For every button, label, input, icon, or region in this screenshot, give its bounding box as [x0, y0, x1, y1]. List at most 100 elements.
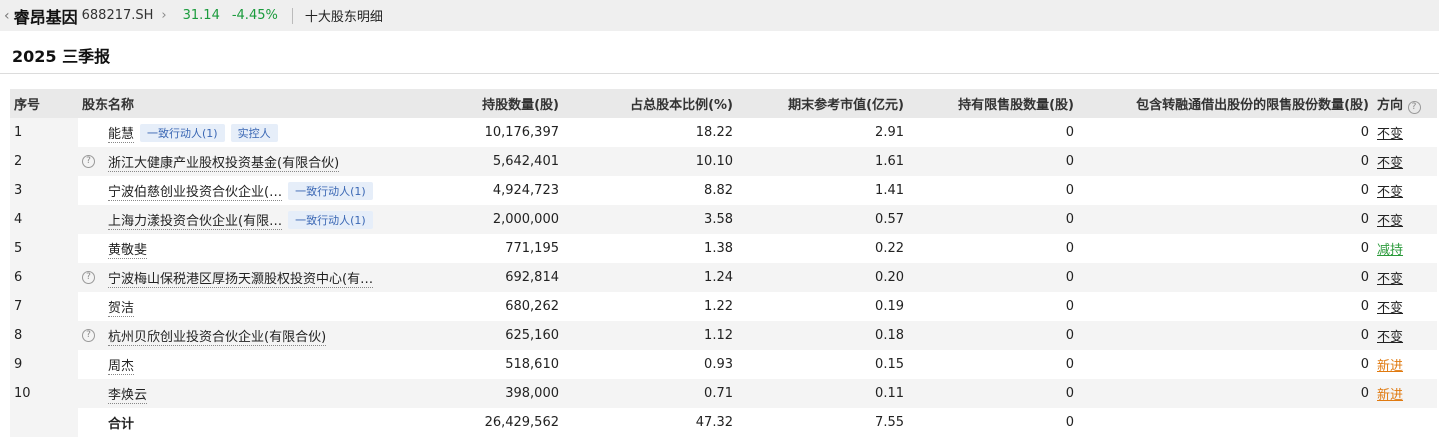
forward-chevron-icon[interactable]: › — [161, 8, 166, 23]
table-row: 8? 杭州贝欣创业投资合伙企业(有限合伙) 625,160 1.12 0.18 0 0 不变 — [10, 321, 1437, 350]
holder-name-cell: ? 杭州贝欣创业投资合伙企业(有限合伙) — [78, 321, 410, 350]
col-header-market-value[interactable]: 期末参考市值(亿元) — [737, 89, 908, 118]
ratio-cell: 1.22 — [704, 299, 733, 314]
table-row: 9 周杰 518,610 0.93 0.15 0 0 新进 — [10, 350, 1437, 379]
rank-cell: 4 — [10, 205, 78, 234]
direction-link[interactable]: 不变 — [1377, 272, 1403, 287]
shares-cell: 518,610 — [505, 357, 559, 372]
restricted-incl-cell: 0 — [1360, 299, 1369, 314]
direction-cell: 减持 — [1373, 234, 1437, 263]
direction-cell: 新进 — [1373, 379, 1437, 408]
direction-link[interactable]: 不变 — [1377, 127, 1403, 142]
table-row: 1 能慧 一致行动人(1) 实控人 10,176,397 18.22 2.91 0 0 不变 — [10, 118, 1437, 147]
question-circle-icon[interactable]: ? — [82, 155, 95, 168]
holder-name-link[interactable]: 上海力漾投资合伙企业(有限… — [108, 210, 283, 230]
col-header-shares[interactable]: 持股数量(股) — [410, 89, 563, 118]
holder-name-link[interactable]: 贺洁 — [108, 297, 135, 317]
direction-link[interactable]: 不变 — [1377, 330, 1403, 345]
direction-link[interactable]: 新进 — [1377, 388, 1403, 403]
col-header-restricted-incl[interactable]: 包含转融通借出股份的限售股份数量(股) — [1078, 89, 1373, 118]
col-header-holder-name: 股东名称 — [78, 89, 410, 118]
restricted-cell: 0 — [1065, 241, 1074, 256]
table-row: 3 宁波伯慈创业投资合伙企业(… 一致行动人(1) 4,924,723 8.82 1.41… — [10, 176, 1437, 205]
shareholders-table: 序号 股东名称 持股数量(股) 占总股本比例(%) 期末参考市值(亿元) 持有限… — [10, 89, 1437, 437]
holder-tag[interactable]: 一致行动人(1) — [288, 210, 373, 229]
restricted-cell: 0 — [908, 147, 1078, 176]
help-slot: ? — [82, 271, 108, 284]
direction-link[interactable]: 不变 — [1377, 185, 1403, 200]
holder-name-link[interactable]: 杭州贝欣创业投资合伙企业(有限合伙) — [108, 326, 327, 346]
holder-name-link[interactable]: 能慧 — [108, 123, 135, 143]
holder-tag[interactable]: 一致行动人(1) — [288, 181, 373, 200]
shares-cell: 2,000,000 — [410, 205, 563, 234]
holder-name-link[interactable]: 宁波梅山保税港区厚扬天灏股权投资中心(有… — [108, 268, 374, 288]
rank-cell: 8 — [10, 321, 78, 350]
direction-link[interactable]: 不变 — [1377, 156, 1403, 171]
restricted-cell: 0 — [1065, 357, 1074, 372]
restricted-incl-cell: 0 — [1078, 263, 1373, 292]
col-header-ratio[interactable]: 占总股本比例(%) — [563, 89, 737, 118]
page-title: 十大股东明细 — [304, 10, 383, 25]
question-circle-icon[interactable]: ? — [82, 271, 95, 284]
holder-name-link[interactable]: 宁波伯慈创业投资合伙企业(… — [108, 181, 283, 201]
header-divider — [291, 7, 293, 24]
holder-tag[interactable]: 实控人 — [230, 123, 278, 142]
help-slot: ? — [82, 155, 108, 168]
stock-change: -4.45% — [231, 8, 278, 23]
shares-cell: 10,176,397 — [484, 125, 559, 140]
table-row: 6? 宁波梅山保税港区厚扬天灏股权投资中心(有… 692,814 1.24 0.20 0 0… — [10, 263, 1437, 292]
table-row: 5 黄敬斐 771,195 1.38 0.22 0 0 减持 — [10, 234, 1437, 263]
holder-name-link[interactable]: 周杰 — [108, 355, 135, 375]
holder-name-cell: 能慧 一致行动人(1) 实控人 — [78, 118, 410, 147]
rank-cell: 7 — [10, 292, 78, 321]
holder-name-cell: 周杰 — [78, 350, 410, 379]
restricted-incl-cell: 0 — [1078, 379, 1373, 408]
restricted-incl-cell: 0 — [1360, 183, 1369, 198]
restricted-incl-cell: 0 — [1360, 357, 1369, 372]
market-value-cell: 0.57 — [737, 205, 908, 234]
holder-name-cell: ? 宁波梅山保税港区厚扬天灏股权投资中心(有… — [78, 263, 410, 292]
direction-link[interactable]: 不变 — [1377, 214, 1403, 229]
ratio-cell: 0.93 — [704, 357, 733, 372]
shares-cell: 771,195 — [505, 241, 559, 256]
market-value-cell: 1.41 — [875, 183, 904, 198]
shares-cell: 625,160 — [410, 321, 563, 350]
table-row: 10 李焕云 398,000 0.71 0.11 0 0 新进 — [10, 379, 1437, 408]
col-header-direction: 方向 ? — [1373, 89, 1437, 118]
shares-cell: 398,000 — [410, 379, 563, 408]
market-value-cell: 1.61 — [737, 147, 908, 176]
direction-link[interactable]: 减持 — [1377, 243, 1403, 258]
shares-cell: 5,642,401 — [410, 147, 563, 176]
shares-cell: 692,814 — [410, 263, 563, 292]
rank-cell: 6 — [10, 263, 78, 292]
restricted-cell: 0 — [908, 205, 1078, 234]
ratio-cell: 0.71 — [563, 379, 737, 408]
rank-cell: 3 — [10, 176, 78, 205]
restricted-cell: 0 — [1065, 125, 1074, 140]
table-row: 2? 浙江大健康产业股权投资基金(有限合伙) 5,642,401 10.10 1.61 0… — [10, 147, 1437, 176]
direction-cell: 不变 — [1373, 118, 1437, 147]
question-circle-icon[interactable]: ? — [1407, 100, 1421, 114]
holder-name-link[interactable]: 黄敬斐 — [108, 239, 148, 259]
direction-link[interactable]: 不变 — [1377, 301, 1403, 316]
rank-cell: 9 — [10, 350, 78, 379]
direction-cell: 不变 — [1373, 205, 1437, 234]
holder-name-link[interactable]: 李焕云 — [108, 384, 148, 404]
question-circle-icon[interactable]: ? — [82, 329, 95, 342]
back-chevron-icon[interactable]: ‹ — [4, 8, 10, 24]
ratio-cell: 8.82 — [704, 183, 733, 198]
shares-cell: 680,262 — [505, 299, 559, 314]
ratio-cell: 10.10 — [563, 147, 737, 176]
stock-header-bar: ‹ 睿昂基因 688217.SH › 31.14 -4.45% 十大股东明细 — [0, 0, 1439, 31]
stock-name[interactable]: 睿昂基因 — [14, 4, 78, 28]
ratio-cell: 1.24 — [563, 263, 737, 292]
holder-name-link[interactable]: 浙江大健康产业股权投资基金(有限合伙) — [108, 152, 340, 172]
holder-name-cell: 李焕云 — [78, 379, 410, 408]
restricted-cell: 0 — [908, 321, 1078, 350]
restricted-incl-cell: 0 — [1078, 205, 1373, 234]
col-header-restricted[interactable]: 持有限售股数量(股) — [908, 89, 1078, 118]
holder-tag[interactable]: 一致行动人(1) — [140, 123, 225, 142]
rank-cell: 2 — [10, 147, 78, 176]
direction-label: 方向 — [1377, 97, 1404, 113]
direction-link[interactable]: 新进 — [1377, 359, 1403, 374]
